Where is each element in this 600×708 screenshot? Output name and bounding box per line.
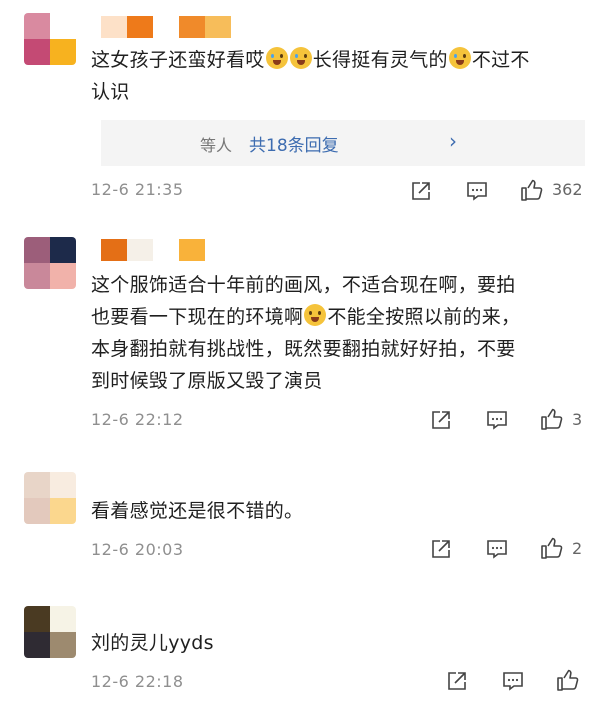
like-icon[interactable] [540, 407, 564, 431]
replies-prefix: 等人 [200, 136, 233, 155]
replies-link[interactable]: 等人 共18条回复 › [101, 120, 585, 166]
avatar[interactable] [24, 237, 76, 289]
comment-text: 这个服饰适合十年前的画风，不适合现在啊，要拍 也要看一下现在的环境啊 不能全按照以… [91, 274, 521, 392]
chevron-right-icon: › [449, 129, 457, 153]
comment-text: 看着感觉还是很不错的。 [91, 500, 304, 522]
comment-4: 刘的灵儿yyds 12-6 22:18 [0, 590, 600, 708]
comment-2: 这个服饰适合十年前的画风，不适合现在啊，要拍 也要看一下现在的环境啊 不能全按照以… [0, 225, 600, 460]
like-count: 3 [572, 410, 583, 429]
comment-icon[interactable] [502, 670, 524, 692]
avatar[interactable] [24, 606, 76, 658]
username[interactable] [101, 239, 205, 261]
crying-face-emoji-icon [289, 47, 312, 69]
like-icon[interactable] [520, 178, 544, 202]
timestamp: 12-6 20:03 [91, 540, 184, 559]
comment-1: 这女孩子还蛮好看哎 长得挺有灵气的 不过不 认识 等人 共18条回复 › 12-6 … [0, 0, 600, 220]
replies-count-link[interactable]: 共18条回复 [249, 131, 339, 156]
comment-text: 刘的灵儿yyds [91, 632, 214, 654]
crying-face-emoji-icon [265, 47, 288, 69]
comment-icon[interactable] [466, 180, 488, 202]
comment-icon[interactable] [486, 538, 508, 560]
username[interactable] [101, 16, 231, 38]
comment-icon[interactable] [486, 409, 508, 431]
like-count: 362 [552, 180, 583, 199]
like-count: 2 [572, 539, 583, 558]
comment-3: 看着感觉还是很不错的。 12-6 20:03 2 [0, 465, 600, 585]
share-icon[interactable] [410, 180, 432, 202]
share-icon[interactable] [430, 538, 452, 560]
timestamp: 12-6 21:35 [91, 180, 184, 199]
timestamp: 12-6 22:18 [91, 672, 184, 691]
avatar[interactable] [24, 472, 76, 524]
comment-text: 这女孩子还蛮好看哎 长得挺有灵气的 不过不 认识 [91, 47, 530, 103]
like-icon[interactable] [540, 536, 564, 560]
like-icon[interactable] [556, 668, 580, 692]
timestamp: 12-6 22:12 [91, 410, 184, 429]
laughing-face-emoji-icon [304, 304, 327, 326]
share-icon[interactable] [430, 409, 452, 431]
share-icon[interactable] [446, 670, 468, 692]
crying-face-emoji-icon [448, 47, 471, 69]
avatar[interactable] [24, 13, 76, 65]
